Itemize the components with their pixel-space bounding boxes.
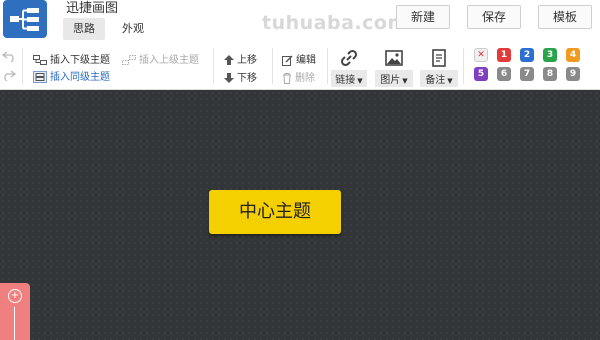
save-button[interactable]: 保存 [467, 5, 521, 29]
toolbar-divider [327, 48, 328, 84]
priority-badge-1[interactable]: 1 [497, 48, 511, 62]
template-button[interactable]: 模板 [538, 5, 592, 29]
app-title: 迅捷画图 [66, 1, 119, 16]
move-up-label: 上移 [237, 55, 257, 66]
insert-parent-label: 插入上级主题 [139, 55, 199, 66]
priority-badge-6[interactable]: 6 [497, 67, 511, 81]
priority-badge-9[interactable]: 9 [566, 67, 580, 81]
app-logo [3, 0, 47, 38]
zoom-in-button[interactable]: + [8, 289, 22, 303]
link-icon [340, 49, 358, 67]
image-icon [385, 50, 403, 66]
edit-icon [282, 55, 293, 66]
priority-badge-4[interactable]: 4 [566, 48, 580, 62]
tab-thinking[interactable]: 思路 [63, 18, 105, 40]
toolbar: 插入下级主题 插入上级主题 插入同级主题 上移 下移 编辑 删除 链接 ▼ 图片… [0, 42, 600, 90]
mindmap-logo-icon [10, 8, 39, 31]
priority-badge-7[interactable]: 7 [520, 67, 534, 81]
trash-icon [283, 72, 291, 84]
insert-sibling-icon [33, 71, 47, 83]
insert-sibling-topic-button[interactable]: 插入同级主题 [33, 68, 110, 83]
insert-child-topic-button[interactable]: 插入下级主题 [33, 51, 110, 66]
chevron-down-icon: ▼ [357, 77, 363, 85]
toolbar-divider [22, 48, 23, 84]
link-button[interactable]: 链接 ▼ [331, 48, 367, 87]
edit-button[interactable]: 编辑 [282, 51, 316, 66]
undo-icon[interactable] [2, 50, 16, 62]
image-label: 图片 [380, 75, 401, 86]
insert-sibling-label: 插入同级主题 [50, 72, 110, 83]
toolbar-divider [463, 48, 464, 84]
note-button[interactable]: 备注 ▼ [420, 48, 458, 87]
insert-parent-topic-button[interactable]: 插入上级主题 [122, 51, 199, 66]
delete-button[interactable]: 删除 [282, 69, 315, 84]
priority-badge-8[interactable]: 8 [543, 67, 557, 81]
note-icon [432, 49, 446, 67]
edit-label: 编辑 [296, 55, 316, 66]
arrow-down-icon [224, 73, 234, 83]
insert-child-label: 插入下级主题 [50, 55, 110, 66]
arrow-up-icon [224, 55, 234, 65]
move-down-label: 下移 [237, 73, 257, 84]
move-up-button[interactable]: 上移 [224, 51, 257, 66]
priority-badge-5[interactable]: 5 [474, 67, 488, 81]
toolbar-divider [272, 48, 273, 84]
move-down-button[interactable]: 下移 [224, 69, 257, 84]
delete-label: 删除 [295, 73, 315, 84]
mindmap-canvas[interactable]: 中心主题 [0, 90, 600, 340]
zoom-control: + [0, 283, 30, 340]
new-button[interactable]: 新建 [396, 5, 450, 29]
zoom-slider[interactable] [14, 307, 15, 340]
priority-badge-0[interactable]: ✕ [474, 48, 488, 62]
toolbar-divider [213, 48, 214, 84]
insert-child-icon [33, 55, 47, 65]
image-button[interactable]: 图片 ▼ [375, 48, 413, 87]
tab-appearance[interactable]: 外观 [112, 18, 154, 40]
central-topic[interactable]: 中心主题 [209, 190, 341, 234]
watermark: tuhuaba.com [262, 12, 408, 34]
insert-parent-icon [122, 55, 136, 65]
chevron-down-icon: ▼ [447, 77, 453, 85]
chevron-down-icon: ▼ [402, 77, 408, 85]
redo-icon[interactable] [2, 69, 16, 81]
priority-badge-3[interactable]: 3 [543, 48, 557, 62]
note-label: 备注 [425, 75, 446, 86]
link-label: 链接 [335, 75, 356, 86]
priority-badge-2[interactable]: 2 [520, 48, 534, 62]
